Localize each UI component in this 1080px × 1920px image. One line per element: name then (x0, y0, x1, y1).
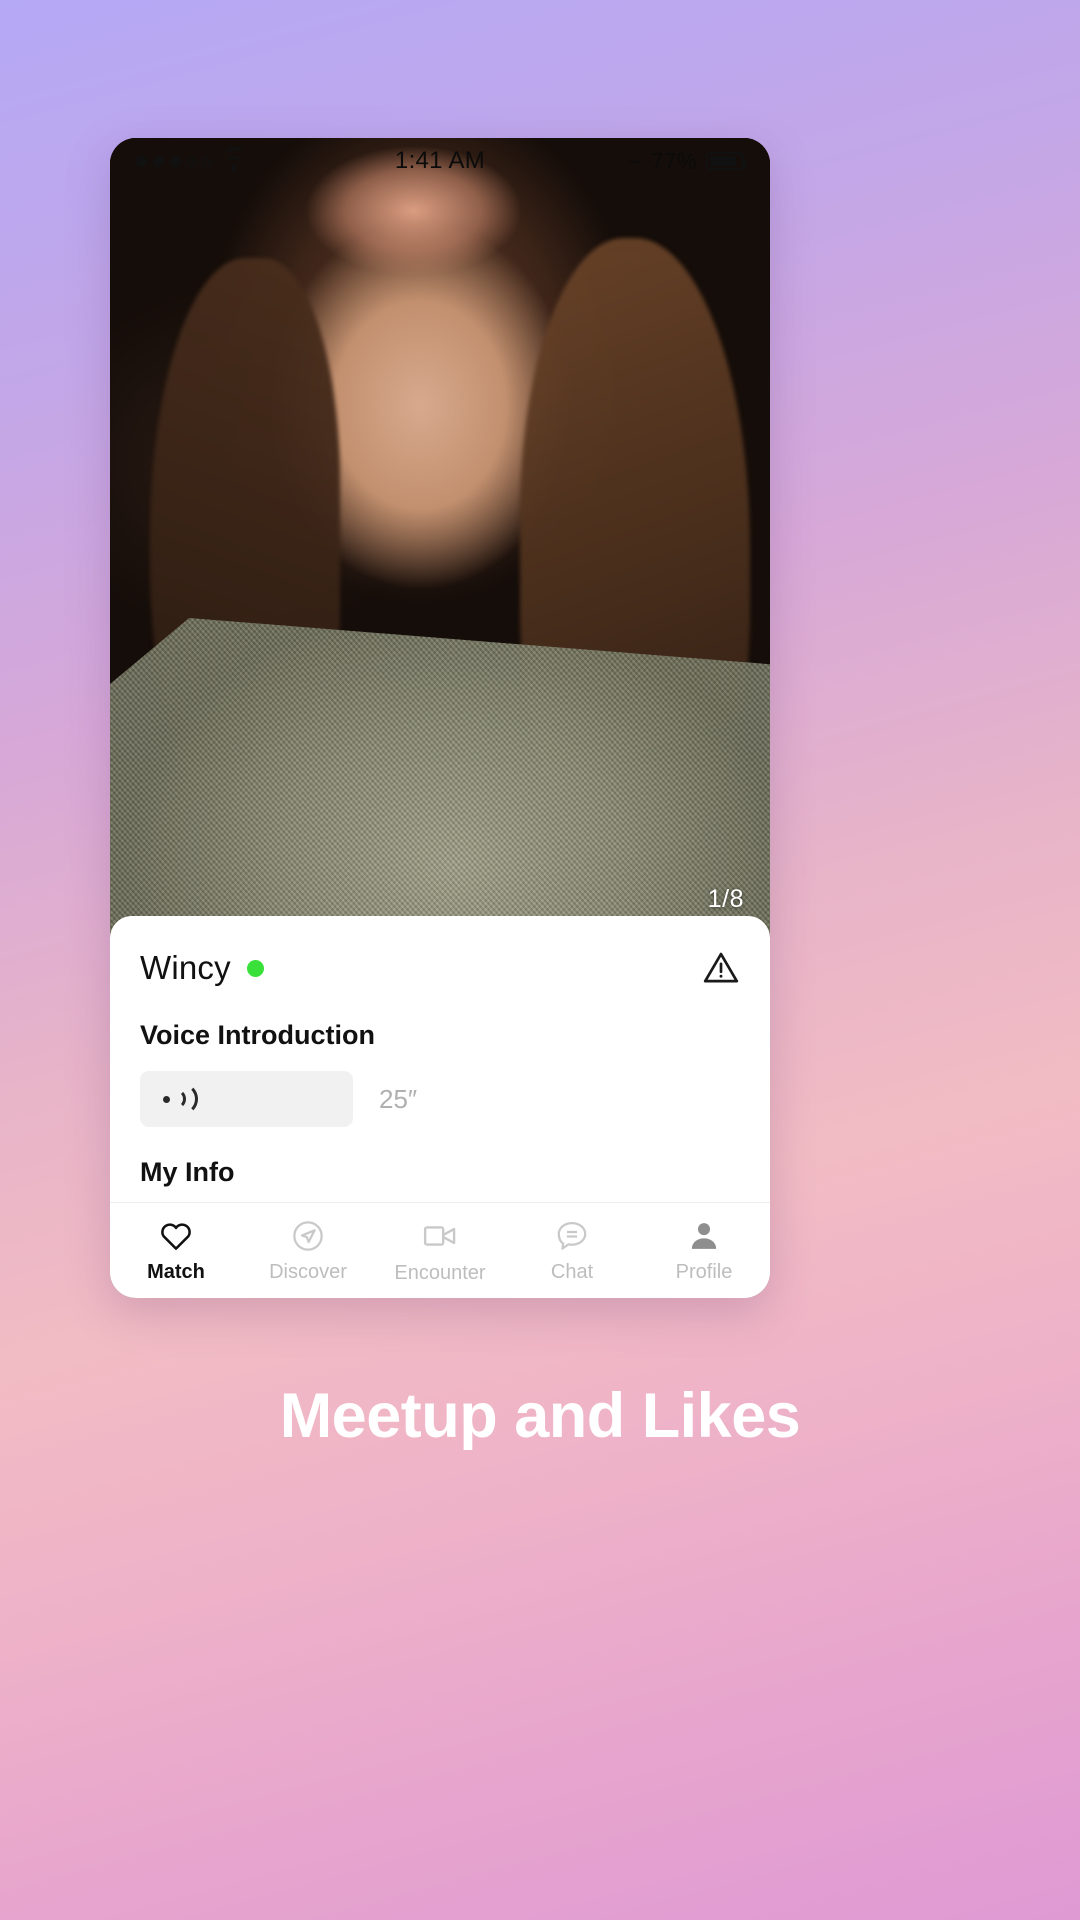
chat-bubble-icon (557, 1221, 587, 1250)
person-icon (691, 1222, 717, 1249)
profile-header: Wincy (140, 942, 740, 994)
tab-match[interactable]: Match (110, 1218, 242, 1284)
info-section-title: My Info (140, 1157, 235, 1187)
tab-chat[interactable]: Chat (506, 1218, 638, 1284)
phone-mockup: 1/8 1:41 AM ⌁ 77% Wincy Voice Introducti… (110, 138, 770, 1298)
bluetooth-icon: ⌁ (629, 149, 642, 173)
warning-triangle-icon[interactable] (702, 949, 740, 987)
profile-card: Wincy Voice Introduction 25″ My Info Age (110, 916, 770, 1298)
tab-label-match: Match (147, 1260, 205, 1283)
tab-encounter[interactable]: Encounter (374, 1217, 506, 1285)
signal-dot-1 (136, 155, 147, 167)
signal-dot-5 (202, 156, 211, 166)
voice-duration: 25″ (379, 1083, 418, 1114)
photo-counter: 1/8 (707, 885, 744, 913)
paper-plane-icon (293, 1220, 323, 1251)
promo-caption: Meetup and Likes (279, 1381, 801, 1451)
photo-detail-sweater (110, 618, 770, 948)
signal-dot-3 (170, 155, 181, 167)
tab-label-encounter: Encounter (394, 1261, 486, 1284)
status-bar: 1:41 AM ⌁ 77% (110, 138, 770, 184)
battery-percent: 77% (650, 147, 697, 174)
bottom-tab-bar: Match Discover Encounter Chat Profile (110, 1202, 770, 1298)
heart-icon (161, 1222, 191, 1250)
status-right: ⌁ 77% (485, 147, 747, 175)
tab-label-discover: Discover (269, 1260, 347, 1283)
signal-dot-4 (187, 156, 196, 166)
voice-play-button[interactable] (140, 1071, 353, 1127)
status-left (136, 146, 395, 171)
online-status-dot (246, 959, 264, 977)
signal-dot-2 (153, 155, 164, 167)
tab-discover[interactable]: Discover (242, 1218, 374, 1284)
profile-name: Wincy (140, 949, 231, 986)
profile-photo[interactable]: 1/8 (110, 138, 770, 948)
sound-wave-icon (162, 1082, 198, 1116)
voice-player: 25″ (140, 1071, 740, 1127)
tab-profile[interactable]: Profile (638, 1218, 770, 1284)
video-camera-icon (423, 1225, 456, 1246)
tab-label-chat: Chat (550, 1260, 594, 1283)
wifi-icon (221, 146, 247, 171)
tab-label-profile: Profile (675, 1260, 733, 1283)
battery-icon (706, 152, 747, 170)
voice-section-title: Voice Introduction (140, 1020, 375, 1050)
status-time: 1:41 AM (394, 147, 486, 174)
